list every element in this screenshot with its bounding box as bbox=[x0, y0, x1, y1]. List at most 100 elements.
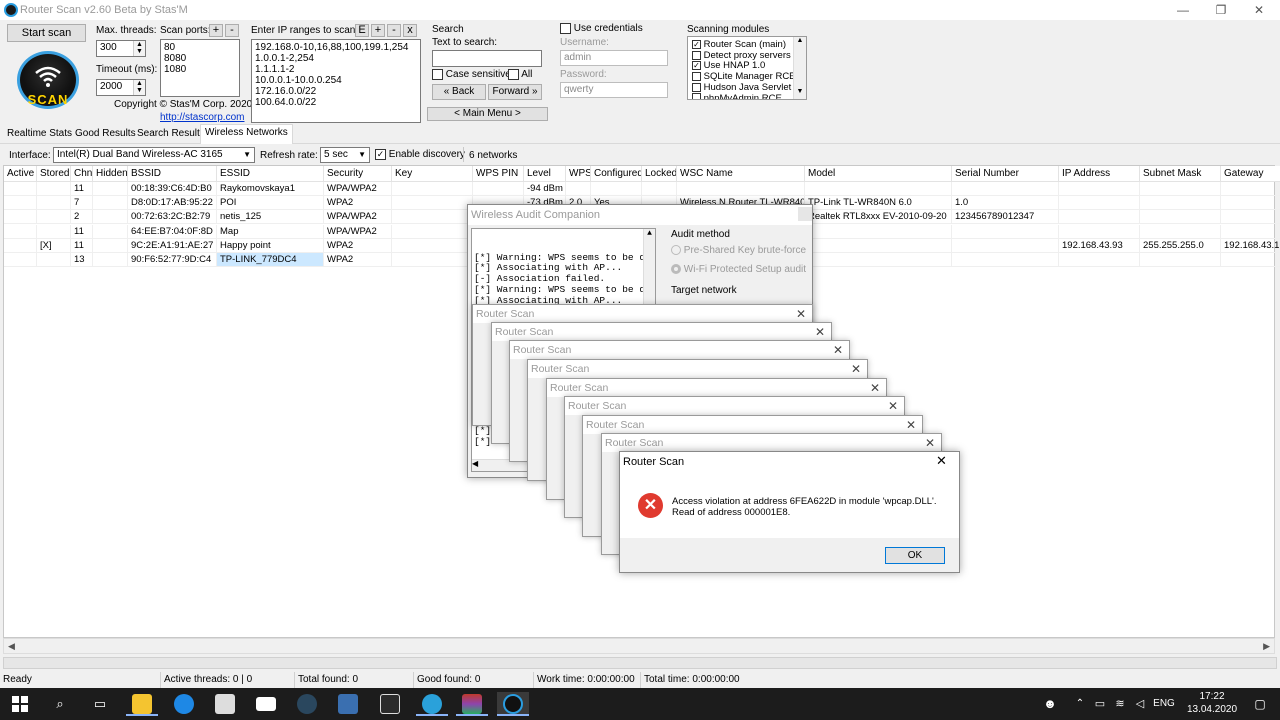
module-checkbox[interactable] bbox=[692, 93, 701, 99]
scanning-modules-list[interactable]: ✓ Router Scan (main) Detect proxy server… bbox=[687, 36, 807, 100]
column-header[interactable]: Level bbox=[524, 166, 566, 182]
column-header[interactable]: WPS PIN bbox=[473, 166, 524, 182]
column-header[interactable]: Subnet Mask bbox=[1140, 166, 1221, 182]
forward-button[interactable]: Forward » bbox=[488, 84, 542, 100]
tab-search-results[interactable]: Search Results bbox=[132, 125, 210, 143]
column-header[interactable]: Model bbox=[805, 166, 952, 182]
search-input[interactable] bbox=[432, 50, 542, 67]
remove-range-button[interactable]: - bbox=[387, 24, 401, 37]
clear-ranges-button[interactable]: x bbox=[403, 24, 417, 37]
scan-ports-list[interactable]: 80 8080 1080 bbox=[160, 39, 240, 97]
horizontal-scrollbar[interactable]: ◀ ▶ bbox=[3, 638, 1275, 654]
language-indicator[interactable]: ENG bbox=[1148, 692, 1180, 716]
mail-icon[interactable] bbox=[250, 692, 282, 716]
stacked-dialog-close[interactable]: ✕ bbox=[906, 416, 916, 434]
clock[interactable]: 17:22 13.04.2020 bbox=[1182, 690, 1242, 716]
enable-discovery-box[interactable]: ✓ bbox=[375, 149, 386, 160]
column-header[interactable]: Locked bbox=[642, 166, 677, 182]
all-box[interactable] bbox=[508, 69, 519, 80]
app-icon-2[interactable] bbox=[332, 692, 364, 716]
column-header[interactable]: Gateway bbox=[1221, 166, 1280, 182]
stacked-dialog-close[interactable]: ✕ bbox=[833, 341, 843, 359]
steam-icon[interactable] bbox=[291, 692, 323, 716]
winrar-icon[interactable] bbox=[456, 692, 488, 716]
wps-radio-circle[interactable] bbox=[671, 264, 681, 275]
timeout-spinner[interactable]: ▲ ▼ bbox=[133, 80, 145, 95]
scroll-right-icon[interactable]: ▶ bbox=[1263, 639, 1270, 653]
stacked-dialog-close[interactable]: ✕ bbox=[851, 360, 861, 378]
password-input[interactable]: qwerty bbox=[560, 82, 668, 98]
back-button[interactable]: « Back bbox=[432, 84, 486, 100]
close-window-button[interactable]: ✕ bbox=[1240, 0, 1278, 20]
audit-title-btn[interactable] bbox=[798, 207, 812, 221]
case-sensitive-checkbox[interactable]: Case sensitive bbox=[432, 69, 511, 80]
module-item[interactable]: Detect proxy servers bbox=[692, 50, 791, 61]
module-checkbox[interactable]: ✓ bbox=[692, 39, 701, 49]
ok-button[interactable]: OK bbox=[885, 547, 945, 564]
ip-ranges-list[interactable]: 192.168.0-10,16,88,100,199.1,254 1.0.0.1… bbox=[251, 39, 421, 123]
telegram-icon[interactable] bbox=[416, 692, 448, 716]
search-icon[interactable]: ⌕ bbox=[44, 692, 76, 716]
interface-select[interactable]: Intel(R) Dual Band Wireless-AC 3165 ▼ bbox=[53, 147, 255, 163]
enable-discovery-checkbox[interactable]: ✓ Enable discovery bbox=[375, 149, 465, 160]
max-threads-input[interactable]: 300 ▲ ▼ bbox=[96, 40, 146, 57]
tab-good-results[interactable]: Good Results bbox=[70, 125, 141, 143]
notifications-icon[interactable]: ▢ bbox=[1244, 692, 1276, 716]
maximize-button[interactable]: ❐ bbox=[1202, 0, 1240, 20]
store-icon[interactable] bbox=[209, 692, 241, 716]
add-range-button[interactable]: + bbox=[371, 24, 385, 37]
minimize-button[interactable]: — bbox=[1164, 0, 1202, 20]
add-port-button[interactable]: + bbox=[209, 24, 223, 37]
refresh-rate-select[interactable]: 5 sec ▼ bbox=[320, 147, 370, 163]
column-header[interactable]: IP Address bbox=[1059, 166, 1140, 182]
start-scan-button[interactable]: Start scan bbox=[7, 24, 86, 42]
people-icon[interactable]: ☻ bbox=[1034, 692, 1066, 716]
epic-games-icon[interactable] bbox=[374, 692, 406, 716]
module-item[interactable]: SQLite Manager RCE bbox=[692, 71, 796, 82]
timeout-input[interactable]: 2000 ▲ ▼ bbox=[96, 79, 146, 96]
column-header[interactable]: Key bbox=[392, 166, 473, 182]
use-credentials-checkbox[interactable]: Use credentials bbox=[560, 23, 643, 34]
column-header[interactable]: Chn bbox=[71, 166, 93, 182]
module-checkbox[interactable] bbox=[692, 72, 701, 82]
column-header[interactable]: Configured bbox=[591, 166, 642, 182]
all-checkbox[interactable]: All bbox=[508, 69, 532, 80]
module-item[interactable]: Hudson Java Servlet bbox=[692, 82, 791, 93]
column-header[interactable]: Security bbox=[324, 166, 392, 182]
wps-radio[interactable]: Wi-Fi Protected Setup audit bbox=[671, 264, 806, 275]
scroll-left-icon[interactable]: ◀ bbox=[8, 639, 15, 653]
max-threads-spinner[interactable]: ▲ ▼ bbox=[133, 41, 145, 56]
task-view-icon[interactable]: ▭ bbox=[84, 692, 116, 716]
file-explorer-icon[interactable] bbox=[126, 692, 158, 716]
edge-icon[interactable] bbox=[168, 692, 200, 716]
router-scan-taskbar-icon[interactable] bbox=[497, 692, 529, 716]
table-row[interactable]: 11 00:18:39:C6:4D:B0 Raykomovskaya1 WPA/WPA… bbox=[4, 182, 1280, 196]
module-item[interactable]: ✓ Use HNAP 1.0 bbox=[692, 60, 765, 71]
tab-realtime-stats[interactable]: Realtime Stats bbox=[2, 125, 77, 143]
column-header[interactable]: Active bbox=[4, 166, 37, 182]
stacked-dialog-close[interactable]: ✕ bbox=[888, 397, 898, 415]
stacked-dialog-close[interactable]: ✕ bbox=[796, 305, 806, 323]
column-header[interactable]: BSSID bbox=[128, 166, 217, 182]
stacked-dialog-close[interactable]: ✕ bbox=[925, 434, 935, 452]
remove-port-button[interactable]: - bbox=[225, 24, 239, 37]
case-sensitive-box[interactable] bbox=[432, 69, 443, 80]
windows-start-icon[interactable] bbox=[4, 692, 36, 716]
column-header[interactable]: Stored bbox=[37, 166, 71, 182]
column-header[interactable]: Serial Number bbox=[952, 166, 1059, 182]
main-menu-button[interactable]: < Main Menu > bbox=[427, 107, 548, 121]
stacked-dialog-close[interactable]: ✕ bbox=[815, 323, 825, 341]
column-header[interactable]: WSC Name bbox=[677, 166, 805, 182]
use-credentials-box[interactable] bbox=[560, 23, 571, 34]
psk-radio-circle[interactable] bbox=[671, 245, 681, 256]
website-link[interactable]: http://stascorp.com bbox=[160, 112, 244, 123]
column-header[interactable]: ESSID bbox=[217, 166, 324, 182]
modules-scrollbar[interactable]: ▲ ▼ bbox=[793, 37, 806, 99]
module-checkbox[interactable]: ✓ bbox=[692, 61, 701, 71]
psk-radio[interactable]: Pre-Shared Key brute-force bbox=[671, 245, 806, 256]
stacked-dialog-close[interactable]: ✕ bbox=[870, 379, 880, 397]
module-checkbox[interactable] bbox=[692, 50, 701, 60]
tab-wireless-networks[interactable]: Wireless Networks bbox=[200, 124, 293, 144]
edit-ranges-button[interactable]: E bbox=[355, 24, 369, 37]
column-header[interactable]: WPS bbox=[566, 166, 591, 182]
